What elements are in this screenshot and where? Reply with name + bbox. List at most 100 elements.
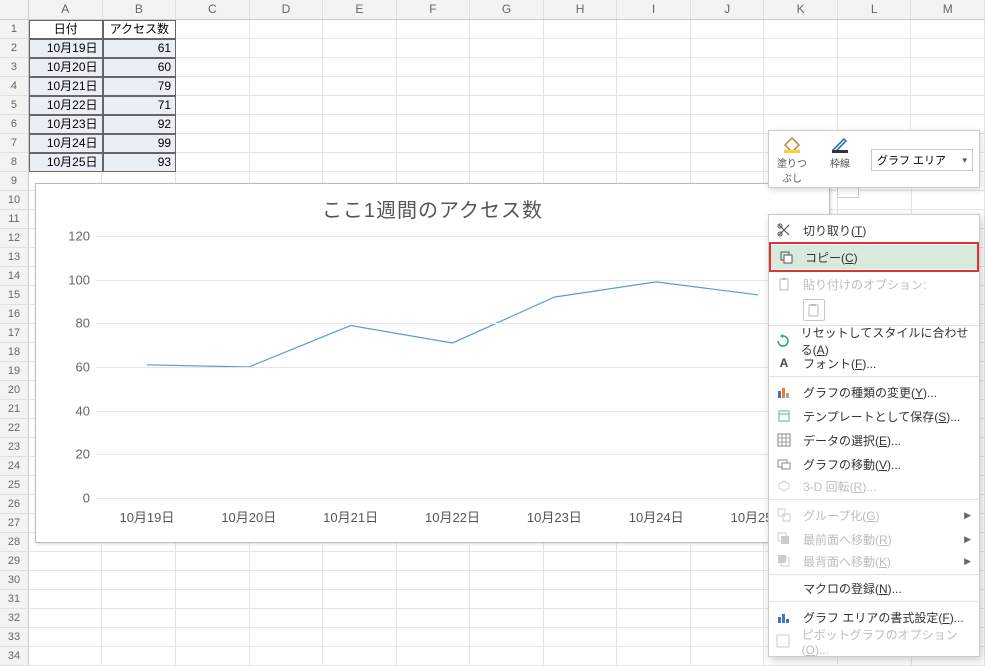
cell-B32[interactable] bbox=[102, 609, 176, 628]
cell-E34[interactable] bbox=[323, 647, 397, 666]
row-header-21[interactable]: 21 bbox=[0, 400, 29, 419]
row-header-28[interactable]: 28 bbox=[0, 533, 29, 552]
paste-icon[interactable] bbox=[803, 299, 825, 321]
cell-K4[interactable] bbox=[764, 77, 838, 96]
cell-G34[interactable] bbox=[470, 647, 544, 666]
cell-F1[interactable] bbox=[397, 20, 471, 39]
cell-I31[interactable] bbox=[617, 590, 691, 609]
cell-I29[interactable] bbox=[617, 552, 691, 571]
row-header-12[interactable]: 12 bbox=[0, 229, 29, 248]
row-header-13[interactable]: 13 bbox=[0, 248, 29, 267]
cell-H34[interactable] bbox=[544, 647, 618, 666]
cell-H3[interactable] bbox=[544, 58, 618, 77]
cell-D29[interactable] bbox=[250, 552, 324, 571]
cell-H1[interactable] bbox=[544, 20, 618, 39]
cell-E33[interactable] bbox=[323, 628, 397, 647]
cell-G5[interactable] bbox=[470, 96, 544, 115]
row-header-5[interactable]: 5 bbox=[0, 96, 29, 115]
cell-H4[interactable] bbox=[544, 77, 618, 96]
menu-cut[interactable]: 切り取り(T) bbox=[769, 218, 979, 242]
cell-F34[interactable] bbox=[397, 647, 471, 666]
cell-G2[interactable] bbox=[470, 39, 544, 58]
cell-A30[interactable] bbox=[29, 571, 103, 590]
row-header-9[interactable]: 9 bbox=[0, 172, 29, 191]
cell-G4[interactable] bbox=[470, 77, 544, 96]
cell-D31[interactable] bbox=[250, 590, 324, 609]
cell-J34[interactable] bbox=[691, 647, 765, 666]
cell-B7[interactable]: 99 bbox=[103, 134, 177, 153]
cell-J6[interactable] bbox=[691, 115, 765, 134]
cell-J2[interactable] bbox=[691, 39, 765, 58]
cell-E1[interactable] bbox=[323, 20, 397, 39]
menu-save-template[interactable]: テンプレートとして保存(S)... bbox=[769, 404, 979, 428]
row-header-26[interactable]: 26 bbox=[0, 495, 29, 514]
column-header-F[interactable]: F bbox=[397, 0, 471, 19]
cell-I3[interactable] bbox=[617, 58, 691, 77]
row-header-19[interactable]: 19 bbox=[0, 362, 29, 381]
row-header-34[interactable]: 34 bbox=[0, 647, 29, 666]
cell-E32[interactable] bbox=[323, 609, 397, 628]
row-header-10[interactable]: 10 bbox=[0, 191, 29, 210]
cell-K2[interactable] bbox=[764, 39, 838, 58]
cell-F5[interactable] bbox=[397, 96, 471, 115]
cell-I5[interactable] bbox=[617, 96, 691, 115]
cell-E6[interactable] bbox=[323, 115, 397, 134]
cell-B29[interactable] bbox=[102, 552, 176, 571]
cell-D34[interactable] bbox=[250, 647, 324, 666]
menu-reset-style[interactable]: リセットしてスタイルに合わせる(A) bbox=[769, 329, 979, 353]
cell-I2[interactable] bbox=[617, 39, 691, 58]
row-header-30[interactable]: 30 bbox=[0, 571, 29, 590]
cell-I7[interactable] bbox=[617, 134, 691, 153]
menu-select-data[interactable]: データの選択(E)... bbox=[769, 428, 979, 452]
cell-G30[interactable] bbox=[470, 571, 544, 590]
cell-A2[interactable]: 10月19日 bbox=[29, 39, 103, 58]
cell-A31[interactable] bbox=[29, 590, 103, 609]
embedded-chart[interactable]: ここ1週間のアクセス数 02040608010012010月19日10月20日1… bbox=[35, 183, 830, 543]
menu-assign-macro[interactable]: マクロの登録(N)... bbox=[769, 578, 979, 602]
cell-C29[interactable] bbox=[176, 552, 250, 571]
cell-A34[interactable] bbox=[29, 647, 103, 666]
cell-I32[interactable] bbox=[617, 609, 691, 628]
cell-G33[interactable] bbox=[470, 628, 544, 647]
row-header-33[interactable]: 33 bbox=[0, 628, 29, 647]
row-header-27[interactable]: 27 bbox=[0, 514, 29, 533]
cell-E7[interactable] bbox=[323, 134, 397, 153]
cell-C7[interactable] bbox=[176, 134, 250, 153]
cell-H7[interactable] bbox=[544, 134, 618, 153]
cell-I30[interactable] bbox=[617, 571, 691, 590]
row-header-6[interactable]: 6 bbox=[0, 115, 29, 134]
row-header-4[interactable]: 4 bbox=[0, 77, 29, 96]
cell-M1[interactable] bbox=[911, 20, 985, 39]
cell-C8[interactable] bbox=[176, 153, 250, 172]
cell-L3[interactable] bbox=[838, 58, 912, 77]
cell-E8[interactable] bbox=[323, 153, 397, 172]
cell-C2[interactable] bbox=[176, 39, 250, 58]
row-header-15[interactable]: 15 bbox=[0, 286, 29, 305]
cell-H30[interactable] bbox=[544, 571, 618, 590]
cell-E5[interactable] bbox=[323, 96, 397, 115]
cell-F7[interactable] bbox=[397, 134, 471, 153]
cell-K5[interactable] bbox=[764, 96, 838, 115]
cell-L2[interactable] bbox=[838, 39, 912, 58]
column-header-M[interactable]: M bbox=[911, 0, 985, 19]
cell-G8[interactable] bbox=[470, 153, 544, 172]
cell-A1[interactable]: 日付 bbox=[29, 20, 103, 39]
row-header-3[interactable]: 3 bbox=[0, 58, 29, 77]
cell-C31[interactable] bbox=[176, 590, 250, 609]
row-header-2[interactable]: 2 bbox=[0, 39, 29, 58]
outline-tool[interactable]: 枠線 bbox=[823, 135, 857, 170]
cell-D3[interactable] bbox=[250, 58, 324, 77]
cell-E31[interactable] bbox=[323, 590, 397, 609]
cell-F31[interactable] bbox=[397, 590, 471, 609]
cell-J8[interactable] bbox=[691, 153, 765, 172]
cell-C34[interactable] bbox=[176, 647, 250, 666]
row-header-1[interactable]: 1 bbox=[0, 20, 29, 39]
cell-D32[interactable] bbox=[250, 609, 324, 628]
cell-J33[interactable] bbox=[691, 628, 765, 647]
cell-K3[interactable] bbox=[764, 58, 838, 77]
row-header-7[interactable]: 7 bbox=[0, 134, 29, 153]
cell-G6[interactable] bbox=[470, 115, 544, 134]
column-header-D[interactable]: D bbox=[250, 0, 324, 19]
column-header-I[interactable]: I bbox=[617, 0, 691, 19]
column-header-H[interactable]: H bbox=[544, 0, 618, 19]
